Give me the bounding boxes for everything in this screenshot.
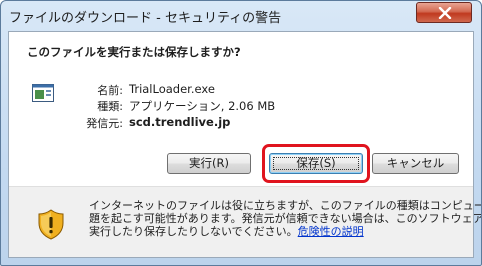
save-highlight-annotation	[262, 144, 370, 183]
shield-warning-icon	[38, 209, 64, 240]
file-source: scd.trendlive.jp	[129, 115, 231, 129]
warning-line-2: 題を起こす可能性があります。発信元が信頼できない場合は、このソフトウェアを	[89, 212, 482, 225]
question-heading: このファイルを実行または保存しますか?	[27, 45, 241, 59]
type-label: 種類:	[97, 100, 123, 113]
risk-explanation-link[interactable]: 危険性の説明	[298, 225, 364, 238]
download-security-dialog: ファイルのダウンロード - セキュリティの警告 このファイルを実行または保存しま…	[0, 0, 482, 266]
title-bar[interactable]: ファイルのダウンロード - セキュリティの警告	[1, 1, 481, 31]
from-label: 発信元:	[86, 117, 123, 130]
dialog-client-area: このファイルを実行または保存しますか? 名前: TrialLoader.exe …	[8, 31, 482, 258]
cancel-button-label: キャンセル	[386, 156, 445, 170]
warning-line-3-text: 実行したり保存したりしないでください。	[89, 225, 298, 238]
close-button[interactable]	[416, 2, 472, 23]
window-title: ファイルのダウンロード - セキュリティの警告	[9, 11, 282, 26]
run-button-label: 実行(R)	[189, 156, 229, 170]
warning-line-1: インターネットのファイルは役に立ちますが、このファイルの種類はコンピューターに問	[89, 199, 481, 212]
name-label: 名前:	[97, 84, 123, 97]
warning-line-3: 実行したり保存したりしないでください。危険性の説明	[89, 225, 469, 238]
file-type: アプリケーション, 2.06 MB	[129, 99, 276, 113]
executable-file-icon	[32, 84, 54, 102]
cancel-button[interactable]: キャンセル	[372, 153, 459, 174]
content-panel: このファイルを実行または保存しますか? 名前: TrialLoader.exe …	[9, 32, 473, 187]
run-button[interactable]: 実行(R)	[167, 153, 251, 174]
file-name: TrialLoader.exe	[129, 82, 215, 96]
close-icon	[438, 7, 452, 19]
security-warning-text: インターネットのファイルは役に立ちますが、このファイルの種類はコンピューターに問…	[89, 199, 482, 238]
